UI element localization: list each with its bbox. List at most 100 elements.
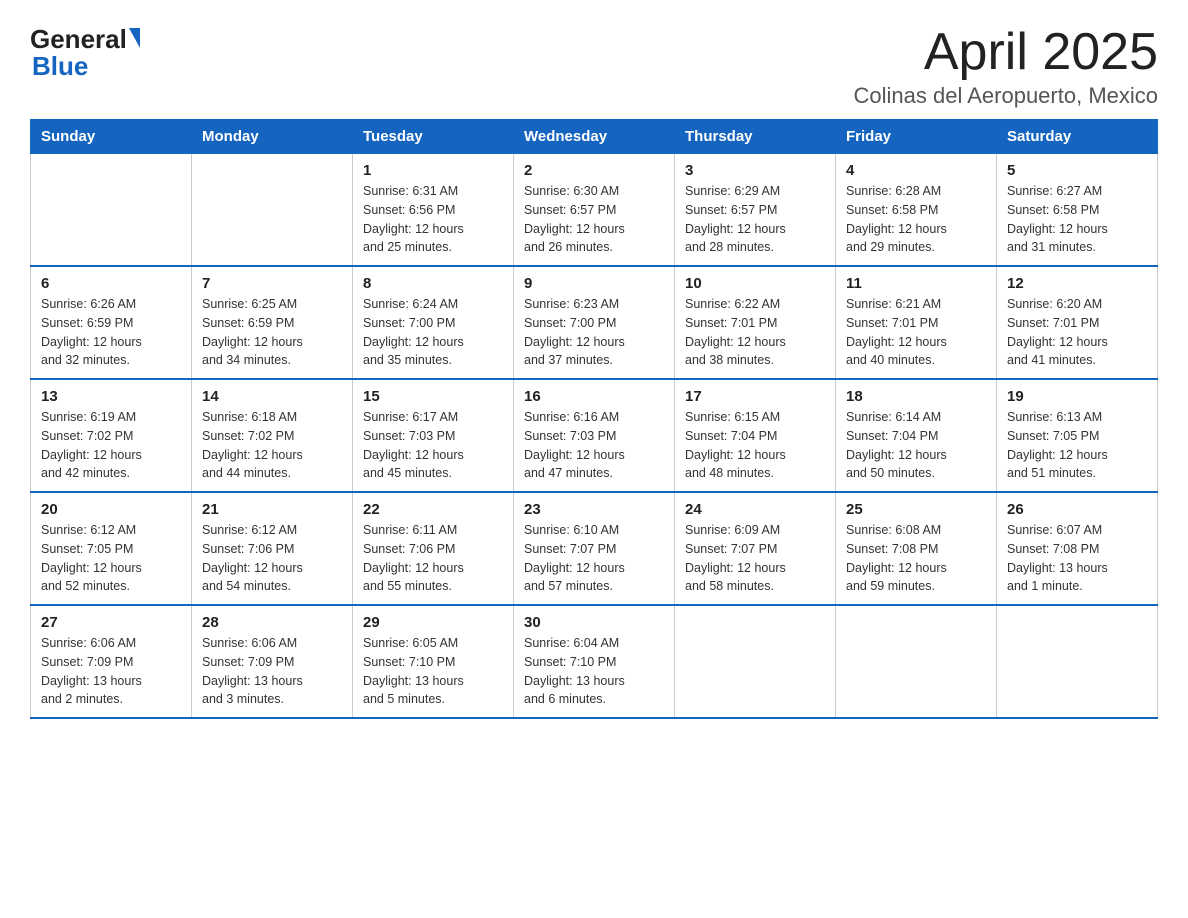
calendar-day-cell: 6 Sunrise: 6:26 AM Sunset: 6:59 PM Daylig… — [31, 266, 192, 379]
day-info: Sunrise: 6:23 AM Sunset: 7:00 PM Dayligh… — [524, 295, 664, 370]
calendar-day-cell — [997, 605, 1158, 718]
day-info: Sunrise: 6:15 AM Sunset: 7:04 PM Dayligh… — [685, 408, 825, 483]
calendar-day-cell: 18 Sunrise: 6:14 AM Sunset: 7:04 PM Dayli… — [836, 379, 997, 492]
day-info: Sunrise: 6:10 AM Sunset: 7:07 PM Dayligh… — [524, 521, 664, 596]
calendar-day-cell: 30 Sunrise: 6:04 AM Sunset: 7:10 PM Dayli… — [514, 605, 675, 718]
day-info: Sunrise: 6:22 AM Sunset: 7:01 PM Dayligh… — [685, 295, 825, 370]
calendar-day-cell: 4 Sunrise: 6:28 AM Sunset: 6:58 PM Daylig… — [836, 154, 997, 267]
day-number: 23 — [524, 501, 664, 518]
calendar-day-cell: 21 Sunrise: 6:12 AM Sunset: 7:06 PM Dayli… — [192, 492, 353, 605]
calendar-day-cell: 20 Sunrise: 6:12 AM Sunset: 7:05 PM Dayli… — [31, 492, 192, 605]
day-number: 29 — [363, 614, 503, 631]
day-number: 16 — [524, 388, 664, 405]
calendar-day-cell: 13Sunrise: 6:19 AM Sunset: 7:02 PM Dayli… — [31, 379, 192, 492]
day-info: Sunrise: 6:11 AM Sunset: 7:06 PM Dayligh… — [363, 521, 503, 596]
day-info: Sunrise: 6:16 AM Sunset: 7:03 PM Dayligh… — [524, 408, 664, 483]
day-of-week-header: Monday — [192, 120, 353, 154]
day-info: Sunrise: 6:07 AM Sunset: 7:08 PM Dayligh… — [1007, 521, 1147, 596]
calendar-day-cell: 26Sunrise: 6:07 AM Sunset: 7:08 PM Dayli… — [997, 492, 1158, 605]
calendar-day-cell: 14Sunrise: 6:18 AM Sunset: 7:02 PM Dayli… — [192, 379, 353, 492]
day-number: 24 — [685, 501, 825, 518]
calendar-day-cell: 8Sunrise: 6:24 AM Sunset: 7:00 PM Daylig… — [353, 266, 514, 379]
calendar-week-row: 13Sunrise: 6:19 AM Sunset: 7:02 PM Dayli… — [31, 379, 1158, 492]
day-number: 13 — [41, 388, 181, 405]
calendar-day-cell: 12 Sunrise: 6:20 AM Sunset: 7:01 PM Dayli… — [997, 266, 1158, 379]
day-number: 1 — [363, 162, 503, 179]
day-number: 14 — [202, 388, 342, 405]
day-number: 4 — [846, 162, 986, 179]
calendar-table: SundayMondayTuesdayWednesdayThursdayFrid… — [30, 119, 1158, 719]
day-of-week-header: Wednesday — [514, 120, 675, 154]
logo-blue-text: Blue — [30, 51, 88, 82]
calendar-day-cell — [31, 154, 192, 267]
day-info: Sunrise: 6:04 AM Sunset: 7:10 PM Dayligh… — [524, 634, 664, 709]
day-number: 5 — [1007, 162, 1147, 179]
day-info: Sunrise: 6:30 AM Sunset: 6:57 PM Dayligh… — [524, 182, 664, 257]
day-of-week-header: Tuesday — [353, 120, 514, 154]
calendar-week-row: 20 Sunrise: 6:12 AM Sunset: 7:05 PM Dayli… — [31, 492, 1158, 605]
day-info: Sunrise: 6:08 AM Sunset: 7:08 PM Dayligh… — [846, 521, 986, 596]
day-info: Sunrise: 6:17 AM Sunset: 7:03 PM Dayligh… — [363, 408, 503, 483]
calendar-day-cell — [836, 605, 997, 718]
calendar-day-cell: 1 Sunrise: 6:31 AM Sunset: 6:56 PM Daylig… — [353, 154, 514, 267]
day-number: 6 — [41, 275, 181, 292]
calendar-day-cell — [675, 605, 836, 718]
calendar-day-cell — [192, 154, 353, 267]
calendar-day-cell: 19 Sunrise: 6:13 AM Sunset: 7:05 PM Dayli… — [997, 379, 1158, 492]
logo: General Blue — [30, 24, 140, 82]
day-of-week-header: Saturday — [997, 120, 1158, 154]
day-info: Sunrise: 6:28 AM Sunset: 6:58 PM Dayligh… — [846, 182, 986, 257]
day-info: Sunrise: 6:12 AM Sunset: 7:05 PM Dayligh… — [41, 521, 181, 596]
day-info: Sunrise: 6:05 AM Sunset: 7:10 PM Dayligh… — [363, 634, 503, 709]
page-header: General Blue April 2025 Colinas del Aero… — [30, 24, 1158, 109]
calendar-week-row: 6 Sunrise: 6:26 AM Sunset: 6:59 PM Daylig… — [31, 266, 1158, 379]
subtitle: Colinas del Aeropuerto, Mexico — [854, 83, 1159, 109]
day-number: 11 — [846, 275, 986, 292]
day-info: Sunrise: 6:06 AM Sunset: 7:09 PM Dayligh… — [202, 634, 342, 709]
day-of-week-header: Friday — [836, 120, 997, 154]
day-number: 22 — [363, 501, 503, 518]
day-info: Sunrise: 6:13 AM Sunset: 7:05 PM Dayligh… — [1007, 408, 1147, 483]
calendar-day-cell: 5 Sunrise: 6:27 AM Sunset: 6:58 PM Daylig… — [997, 154, 1158, 267]
day-info: Sunrise: 6:29 AM Sunset: 6:57 PM Dayligh… — [685, 182, 825, 257]
day-number: 25 — [846, 501, 986, 518]
logo-arrow-icon — [129, 28, 140, 48]
calendar-day-cell: 3 Sunrise: 6:29 AM Sunset: 6:57 PM Daylig… — [675, 154, 836, 267]
day-number: 3 — [685, 162, 825, 179]
calendar-day-cell: 16 Sunrise: 6:16 AM Sunset: 7:03 PM Dayli… — [514, 379, 675, 492]
day-info: Sunrise: 6:09 AM Sunset: 7:07 PM Dayligh… — [685, 521, 825, 596]
day-info: Sunrise: 6:31 AM Sunset: 6:56 PM Dayligh… — [363, 182, 503, 257]
day-number: 18 — [846, 388, 986, 405]
calendar-week-row: 27 Sunrise: 6:06 AM Sunset: 7:09 PM Dayli… — [31, 605, 1158, 718]
calendar-week-row: 1 Sunrise: 6:31 AM Sunset: 6:56 PM Daylig… — [31, 154, 1158, 267]
day-number: 30 — [524, 614, 664, 631]
calendar-day-cell: 28 Sunrise: 6:06 AM Sunset: 7:09 PM Dayli… — [192, 605, 353, 718]
day-info: Sunrise: 6:12 AM Sunset: 7:06 PM Dayligh… — [202, 521, 342, 596]
day-info: Sunrise: 6:27 AM Sunset: 6:58 PM Dayligh… — [1007, 182, 1147, 257]
day-number: 15 — [363, 388, 503, 405]
day-number: 12 — [1007, 275, 1147, 292]
day-info: Sunrise: 6:06 AM Sunset: 7:09 PM Dayligh… — [41, 634, 181, 709]
day-number: 20 — [41, 501, 181, 518]
day-info: Sunrise: 6:20 AM Sunset: 7:01 PM Dayligh… — [1007, 295, 1147, 370]
day-number: 7 — [202, 275, 342, 292]
day-info: Sunrise: 6:14 AM Sunset: 7:04 PM Dayligh… — [846, 408, 986, 483]
day-info: Sunrise: 6:21 AM Sunset: 7:01 PM Dayligh… — [846, 295, 986, 370]
calendar-day-cell: 29 Sunrise: 6:05 AM Sunset: 7:10 PM Dayli… — [353, 605, 514, 718]
day-of-week-header: Sunday — [31, 120, 192, 154]
calendar-day-cell: 2Sunrise: 6:30 AM Sunset: 6:57 PM Daylig… — [514, 154, 675, 267]
day-info: Sunrise: 6:26 AM Sunset: 6:59 PM Dayligh… — [41, 295, 181, 370]
day-number: 21 — [202, 501, 342, 518]
day-number: 28 — [202, 614, 342, 631]
calendar-day-cell: 11 Sunrise: 6:21 AM Sunset: 7:01 PM Dayli… — [836, 266, 997, 379]
day-number: 27 — [41, 614, 181, 631]
day-number: 19 — [1007, 388, 1147, 405]
calendar-day-cell: 10Sunrise: 6:22 AM Sunset: 7:01 PM Dayli… — [675, 266, 836, 379]
day-info: Sunrise: 6:25 AM Sunset: 6:59 PM Dayligh… — [202, 295, 342, 370]
title-block: April 2025 Colinas del Aeropuerto, Mexic… — [854, 24, 1159, 109]
calendar-header-row: SundayMondayTuesdayWednesdayThursdayFrid… — [31, 120, 1158, 154]
calendar-day-cell: 17Sunrise: 6:15 AM Sunset: 7:04 PM Dayli… — [675, 379, 836, 492]
calendar-day-cell: 9Sunrise: 6:23 AM Sunset: 7:00 PM Daylig… — [514, 266, 675, 379]
day-info: Sunrise: 6:24 AM Sunset: 7:00 PM Dayligh… — [363, 295, 503, 370]
day-of-week-header: Thursday — [675, 120, 836, 154]
